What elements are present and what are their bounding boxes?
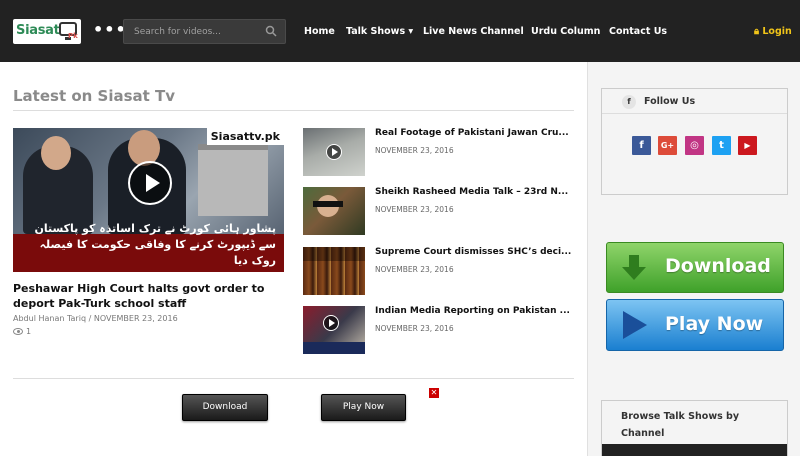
nav-talk-shows[interactable]: Talk Shows ▾	[346, 26, 413, 37]
play-icon[interactable]	[128, 161, 172, 205]
play-icon[interactable]	[326, 144, 342, 160]
view-count: 1	[13, 327, 31, 336]
eye-icon	[13, 328, 23, 335]
play-icon[interactable]	[323, 315, 339, 331]
facebook-icon: f	[622, 95, 636, 109]
post-date: NOVEMBER 23, 2016	[375, 265, 454, 274]
thumbnail-watermark: Siasattv.pk	[206, 128, 284, 145]
author-link[interactable]: Abdul Hanan Tariq	[13, 314, 86, 323]
nav-urdu-column[interactable]: Urdu Column	[531, 26, 600, 37]
download-arrow-icon	[622, 255, 646, 280]
video-thumbnail[interactable]	[303, 128, 365, 176]
more-menu-button[interactable]: •••	[93, 20, 127, 39]
logo-suffix: Pk	[68, 32, 78, 40]
thumbnail-building	[198, 144, 268, 216]
post-date: NOVEMBER 23, 2016	[375, 146, 454, 155]
ad-download-button[interactable]: Download	[182, 394, 268, 421]
channel-list-bar[interactable]	[602, 444, 787, 456]
search-icon[interactable]	[265, 25, 277, 37]
video-title[interactable]: Indian Media Reporting on Pakistan ...	[375, 306, 575, 316]
facebook-icon[interactable]: f	[632, 136, 651, 155]
thumbnail-figure	[313, 201, 343, 207]
lock-icon: 🔒︎	[754, 26, 760, 37]
browse-talk-shows-widget: Browse Talk Shows by Channel	[601, 400, 788, 456]
thumbnail-caption: پشاور ہائی کورٹ نے ترک اساتذہ کو پاکستان…	[34, 222, 276, 267]
nav-home[interactable]: Home	[304, 26, 335, 37]
logo-text: Siasat	[16, 23, 60, 38]
video-title[interactable]: Sheikh Rasheed Media Talk – 23rd N...	[375, 187, 575, 197]
video-thumbnail[interactable]	[303, 247, 365, 295]
site-logo[interactable]: Siasat Pk	[13, 19, 81, 44]
google-plus-icon[interactable]: G+	[658, 136, 677, 155]
thumbnail-figure	[41, 136, 71, 170]
follow-us-widget: f Follow Us f G+ ◎ t ▶	[601, 88, 788, 195]
divider	[13, 110, 574, 111]
featured-video-thumbnail[interactable]: پشاور ہائی کورٹ نے ترک اساتذہ کو پاکستان…	[13, 128, 284, 272]
list-item[interactable]: Sheikh Rasheed Media Talk – 23rd N... NO…	[303, 187, 575, 235]
download-banner-button[interactable]: Download	[606, 242, 784, 293]
twitter-icon[interactable]: t	[712, 136, 731, 155]
divider	[13, 378, 574, 379]
video-title[interactable]: Supreme Court dismisses SHC’s deci...	[375, 247, 575, 257]
list-item[interactable]: Indian Media Reporting on Pakistan ... N…	[303, 306, 575, 354]
list-item[interactable]: Real Footage of Pakistani Jawan Cru... N…	[303, 128, 575, 176]
widget-header: f Follow Us	[602, 89, 787, 114]
login-label: Login	[762, 26, 792, 37]
instagram-icon[interactable]: ◎	[685, 136, 704, 155]
video-title[interactable]: Real Footage of Pakistani Jawan Cru...	[375, 128, 575, 138]
post-date: NOVEMBER 23, 2016	[375, 205, 454, 214]
youtube-icon[interactable]: ▶	[738, 136, 757, 155]
widget-title: Follow Us	[644, 96, 696, 107]
search-input[interactable]	[134, 24, 264, 40]
thumbnail-overlay	[303, 342, 365, 354]
ad-play-now-button[interactable]: Play Now	[321, 394, 406, 421]
main-content: Latest on Siasat Tv پشاور ہائی کورٹ نے ت…	[0, 62, 587, 456]
post-date: NOVEMBER 23, 2016	[93, 314, 178, 323]
search-box	[123, 19, 286, 44]
video-thumbnail[interactable]	[303, 306, 365, 354]
close-ad-icon[interactable]: ✕	[429, 388, 439, 398]
list-item[interactable]: Supreme Court dismisses SHC’s deci... NO…	[303, 247, 575, 295]
play-icon	[623, 311, 647, 339]
post-date: NOVEMBER 23, 2016	[375, 324, 454, 333]
video-thumbnail[interactable]	[303, 187, 365, 235]
top-navbar: Siasat Pk ••• Home Talk Shows ▾ Live New…	[0, 0, 800, 62]
view-count-value: 1	[26, 327, 32, 336]
widget-title: Browse Talk Shows by Channel	[621, 411, 740, 439]
nav-contact-us[interactable]: Contact Us	[609, 26, 667, 37]
sidebar: f Follow Us f G+ ◎ t ▶ Download Play Now…	[587, 62, 800, 456]
play-now-banner-button[interactable]: Play Now	[606, 299, 784, 351]
section-title: Latest on Siasat Tv	[13, 87, 176, 105]
download-label: Download	[665, 255, 771, 277]
meta-separator: /	[88, 314, 92, 323]
featured-video-title[interactable]: Peshawar High Court halts govt order to …	[13, 281, 284, 311]
nav-live-news-channel[interactable]: Live News Channel	[423, 26, 524, 37]
login-button[interactable]: 🔒︎ Login	[754, 26, 792, 37]
featured-meta: Abdul Hanan Tariq / NOVEMBER 23, 2016	[13, 314, 178, 323]
play-now-label: Play Now	[665, 313, 764, 335]
thumbnail-overlay	[303, 247, 365, 261]
